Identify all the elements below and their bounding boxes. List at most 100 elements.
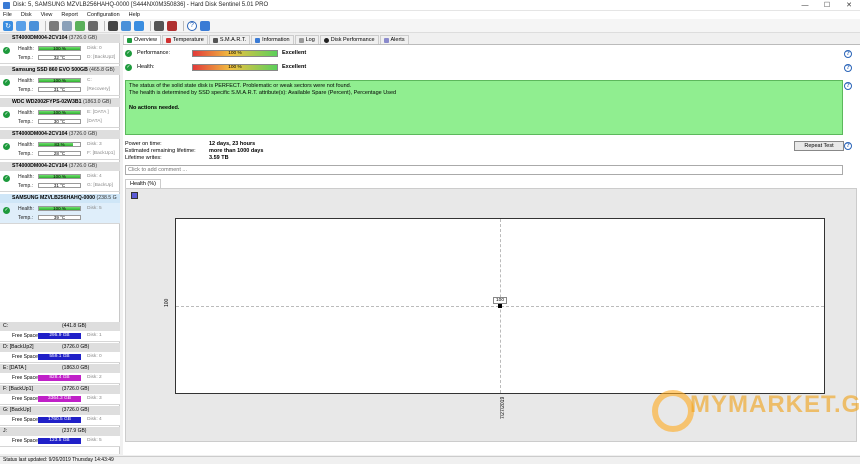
menu-view[interactable]: View [41, 12, 53, 18]
disk-name-row: SAMSUNG MZVLB256HAHQ-0000 (238.5 G [0, 194, 120, 203]
tab-log[interactable]: Log [294, 35, 319, 44]
save-icon[interactable] [131, 192, 138, 199]
volume-capacity: (3726.0 GB) [62, 386, 90, 392]
temp-value: 30 °C [38, 119, 81, 124]
menu-file[interactable]: File [3, 12, 12, 18]
tools-icon[interactable] [88, 20, 98, 31]
health-label: Health: [18, 142, 34, 148]
watermark-ring [652, 390, 694, 432]
volume-item[interactable]: F: [BackUp1] (3726.0 GB) Free Space 3364.… [0, 385, 120, 405]
network-icon[interactable] [134, 20, 144, 31]
menu-help[interactable]: Help [129, 12, 140, 18]
computer-icon[interactable] [154, 20, 164, 31]
free-space-bar: 295.9 GB [38, 333, 81, 339]
help-icon[interactable]: ? [844, 64, 852, 72]
disk-item-selected[interactable]: SAMSUNG MZVLB256HAHQ-0000 (238.5 G ✓ Hea… [0, 194, 120, 224]
volume-name: G: [BackUp] [3, 407, 31, 413]
help-icon[interactable]: ? [844, 50, 852, 58]
minimize-button[interactable]: — [794, 0, 816, 11]
volume-item[interactable]: D: [BackUp2] (3726.0 GB) Free Space 559.1… [0, 343, 120, 363]
repeat-test-button[interactable]: Repeat Test [794, 141, 844, 151]
help-icon[interactable]: ? [844, 142, 852, 150]
maximize-button[interactable]: ☐ [816, 0, 838, 11]
tab-disk-performance[interactable]: Disk Performance [319, 35, 379, 44]
ok-check-icon: ✓ [3, 175, 10, 182]
toolbar-separator [45, 20, 46, 31]
tab-label: Disk Performance [330, 36, 375, 43]
tab-smart[interactable]: S.M.A.R.T. [208, 35, 251, 44]
tab-alerts[interactable]: Alerts [379, 35, 409, 44]
ok-check-icon: ✓ [125, 50, 132, 57]
performance-label: Performance: [137, 50, 171, 56]
info-icon[interactable] [200, 20, 210, 31]
cd-icon[interactable] [108, 20, 118, 31]
menu-disk[interactable]: Disk [21, 12, 32, 18]
refresh-icon[interactable]: ↻ [3, 20, 13, 31]
disk-name: ST4000DM004-2CV104 [12, 35, 68, 41]
close-button[interactable]: ✕ [838, 0, 860, 11]
health-bar: 100 % [38, 46, 81, 51]
ok-check-icon: ✓ [3, 111, 10, 118]
window-title: Disk: 5, SAMSUNG MZVLB256HAHQ-0000 [S444… [13, 2, 269, 8]
disk-capacity: (3726.0 GB) [68, 163, 98, 169]
comment-input[interactable] [125, 165, 843, 175]
health-label: Health: [18, 174, 34, 180]
disk-volume: [Recovery] [87, 87, 110, 92]
alert-icon[interactable] [167, 20, 177, 31]
volume-item[interactable]: J: (237.9 GB) Free Space 123.5 GB Disk: 5 [0, 427, 120, 447]
disk-volume: [DATA] [87, 119, 102, 124]
health-bar: 100 % [38, 206, 81, 211]
actions-message: No actions needed. [129, 105, 180, 111]
tab-information[interactable]: Information [251, 35, 294, 44]
data-point [498, 304, 502, 308]
help-icon[interactable]: ? [187, 20, 197, 31]
disk-test-icon[interactable] [62, 20, 72, 31]
tab-label: S.M.A.R.T. [219, 36, 247, 43]
volume-item[interactable]: C: (441.8 GB) Free Space 295.9 GB Disk: 1 [0, 322, 120, 342]
disk-index: Disk: 5 [87, 206, 102, 211]
tab-health-chart[interactable]: Health (%) [125, 179, 161, 188]
volume-capacity: (441.8 GB) [62, 323, 87, 329]
health-bar: 100 % [38, 110, 81, 115]
disk-item[interactable]: WDC WD2002FYPS-02W3B1 (1863.0 GB) ✓ Heal… [0, 98, 120, 128]
volume-header: F: [BackUp1] (3726.0 GB) [0, 385, 120, 394]
disk-item[interactable]: ST4000DM004-2CV104 (3726.0 GB) ✓ Health:… [0, 34, 120, 64]
volume-capacity: (3726.0 GB) [62, 344, 90, 350]
disk-capacity: (1863.0 GB) [82, 99, 112, 105]
tab-label: Temperature [172, 36, 204, 43]
alerts-icon [383, 37, 389, 43]
status-bar: Status last updated: 9/26/2019 Thursday … [0, 456, 860, 464]
ok-check-icon: ✓ [3, 207, 10, 214]
menu-configuration[interactable]: Configuration [87, 12, 120, 18]
disk-name-row: ST4000DM004-2CV104 (3726.0 GB) [0, 34, 120, 43]
tab-temperature[interactable]: Temperature [161, 35, 208, 44]
free-space-bar: 559.1 GB [38, 354, 81, 360]
x-tick-label: 7/27/2019 [500, 396, 506, 419]
health-value: 100 % [53, 174, 66, 179]
disk-index: E: [DATA ] [87, 110, 109, 115]
volume-name: D: [BackUp2] [3, 344, 34, 350]
volume-name: F: [BackUp1] [3, 386, 33, 392]
disk-image-icon[interactable] [29, 20, 39, 31]
y-tick-label: 100 [164, 298, 170, 307]
free-space-label: Free Space [12, 333, 38, 339]
menu-report[interactable]: Report [61, 12, 78, 18]
temp-label: Temp.: [18, 215, 34, 221]
disk-volume: D: [BackUp2] [87, 55, 116, 60]
health-label: Health: [18, 206, 34, 212]
arrows-icon[interactable] [121, 20, 131, 31]
disk-report-icon[interactable] [16, 20, 26, 31]
disk-item[interactable]: ST4000DM004-2CV104 (3726.0 GB) ✓ Health:… [0, 162, 120, 192]
disk-item[interactable]: Samsung SSD 860 EVO 500GB (465.8 GB) ✓ H… [0, 66, 120, 96]
wipe-icon[interactable] [75, 20, 85, 31]
volume-item[interactable]: G: [BackUp] (3726.0 GB) Free Space 1760.5… [0, 406, 120, 426]
surface-test-icon[interactable] [49, 20, 59, 31]
disk-item[interactable]: ST4000DM004-2CV104 (3726.0 GB) ✓ Health:… [0, 130, 120, 160]
help-icon[interactable]: ? [844, 82, 852, 90]
tab-overview[interactable]: Overview [123, 35, 161, 44]
health-row: ✓ Health: 100 % Excellent [125, 63, 425, 73]
data-point-label: 100 [493, 297, 508, 304]
volume-item[interactable]: E: [DATA ] (1863.0 GB) Free Space 828.4 G… [0, 364, 120, 384]
volume-disk: Disk: 1 [87, 333, 102, 338]
volume-header: C: (441.8 GB) [0, 322, 120, 331]
